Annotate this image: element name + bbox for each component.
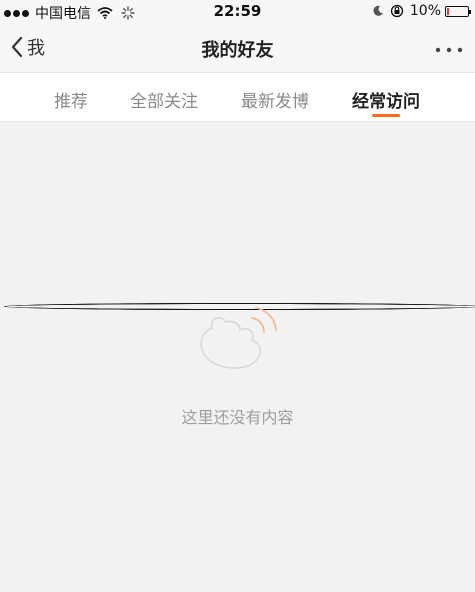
moon-icon (373, 5, 383, 16)
battery-level-fill (447, 7, 449, 15)
empty-state: 这里还没有内容 (0, 300, 475, 428)
status-bar: 中国电信 22:59 10% (0, 0, 475, 310)
tab-label: 全部关注 (130, 92, 198, 112)
tab-label: 经常访问 (352, 92, 420, 112)
battery-percent: 10% (409, 3, 441, 19)
tab-all-following[interactable]: 全部关注 (130, 87, 198, 112)
tab-bar: 推荐 全部关注 最新发博 经常访问 (0, 72, 475, 122)
navigation-bar: 我 我的好友 (0, 24, 475, 72)
battery-icon (445, 5, 471, 17)
tab-label: 推荐 (54, 92, 88, 112)
tab-label: 最新发博 (241, 92, 309, 112)
active-tab-indicator (372, 114, 400, 117)
status-right: 10% (372, 3, 471, 19)
more-button[interactable] (435, 38, 463, 57)
weibo-empty-icon (200, 307, 277, 369)
tab-recommended[interactable]: 推荐 (54, 87, 88, 112)
orientation-lock-icon (390, 4, 404, 18)
tab-frequently-visited[interactable]: 经常访问 (352, 87, 420, 117)
page-title: 我的好友 (201, 40, 274, 61)
empty-message: 这里还没有内容 (181, 408, 294, 427)
more-dots-icon (435, 47, 463, 53)
tab-latest-posts[interactable]: 最新发博 (241, 87, 309, 112)
